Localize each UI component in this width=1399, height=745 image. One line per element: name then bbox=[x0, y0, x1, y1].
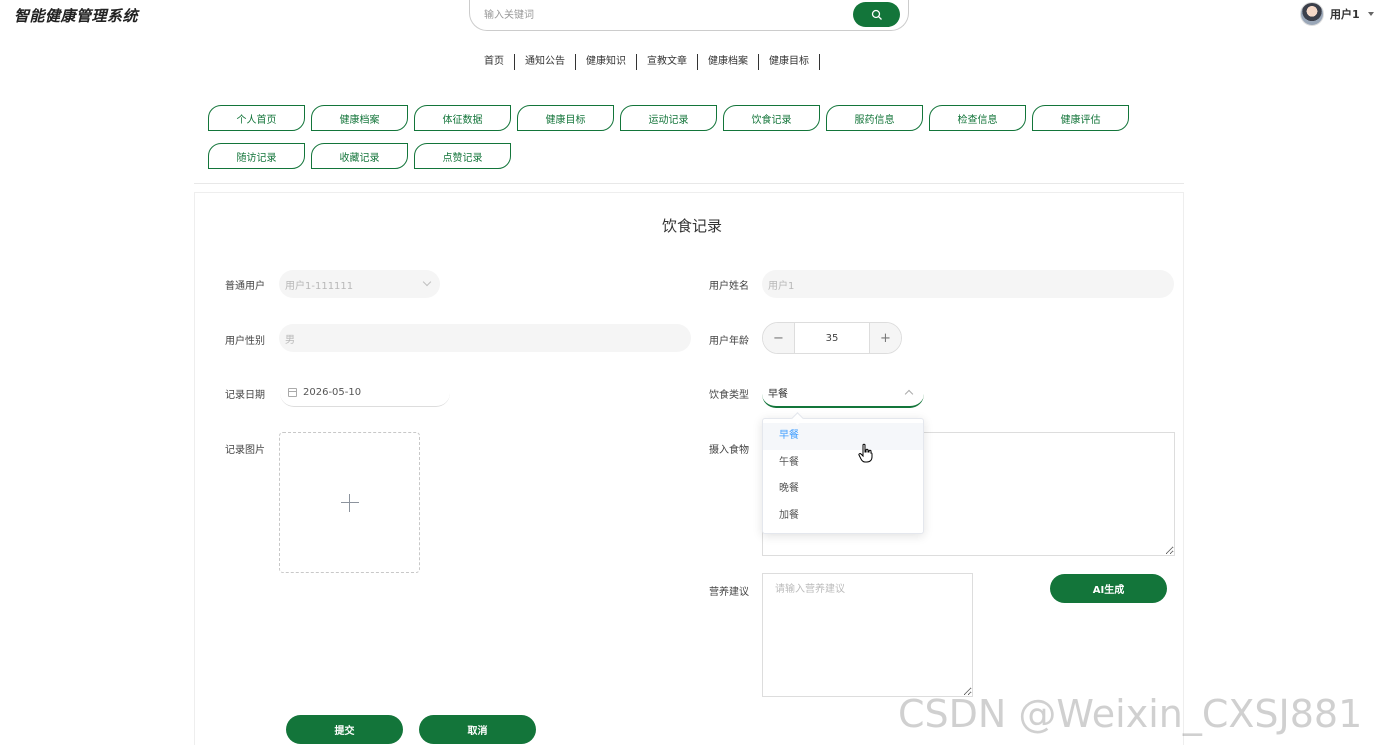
user-name-value: 用户1 bbox=[768, 280, 795, 292]
age-label: 用户年龄 bbox=[709, 336, 749, 347]
plus-icon bbox=[348, 493, 351, 512]
user-account-select[interactable]: 用户1-111111 bbox=[279, 270, 440, 298]
food-label: 摄入食物 bbox=[709, 445, 749, 456]
gender-field[interactable]: 男 bbox=[279, 324, 691, 352]
meal-type-label: 饮食类型 bbox=[709, 390, 749, 401]
hand-cursor-icon bbox=[858, 443, 873, 463]
option-snack[interactable]: 加餐 bbox=[763, 503, 923, 530]
nav-home[interactable]: 首页 bbox=[474, 54, 514, 70]
user-account-label: 普通用户 bbox=[225, 281, 265, 292]
watermark: CSDN @Weixin_CXSJ881 bbox=[898, 692, 1363, 736]
nav-health-knowledge[interactable]: 健康知识 bbox=[576, 54, 636, 70]
tab-health-goals[interactable]: 健康目标 bbox=[517, 105, 614, 131]
tab-diet-records[interactable]: 饮食记录 bbox=[723, 105, 820, 131]
date-picker[interactable]: 2026-05-10 bbox=[280, 378, 450, 407]
nav-health-goals[interactable]: 健康目标 bbox=[759, 54, 819, 70]
gender-value: 男 bbox=[285, 334, 295, 346]
tab-exercise-records[interactable]: 运动记录 bbox=[620, 105, 717, 131]
date-value: 2026-05-10 bbox=[303, 386, 362, 398]
chevron-down-icon[interactable] bbox=[1367, 12, 1374, 16]
meal-type-select[interactable]: 早餐 bbox=[762, 378, 924, 408]
age-value[interactable]: 35 bbox=[795, 323, 869, 353]
tab-vital-signs[interactable]: 体征数据 bbox=[414, 105, 511, 131]
tab-follow-up[interactable]: 随访记录 bbox=[208, 143, 305, 169]
tab-favorites[interactable]: 收藏记录 bbox=[311, 143, 408, 169]
advice-textarea[interactable] bbox=[762, 573, 973, 697]
tab-health-assessment[interactable]: 健康评估 bbox=[1032, 105, 1129, 131]
nav-notices[interactable]: 通知公告 bbox=[515, 54, 575, 70]
search-icon bbox=[871, 9, 882, 20]
chevron-down-icon bbox=[422, 277, 432, 287]
nav-articles[interactable]: 宣教文章 bbox=[637, 54, 697, 70]
increment-button[interactable]: + bbox=[869, 323, 901, 353]
avatar[interactable] bbox=[1300, 2, 1324, 26]
option-lunch[interactable]: 午餐 bbox=[763, 450, 923, 477]
page-title: 饮食记录 bbox=[661, 217, 722, 235]
tab-medication[interactable]: 服药信息 bbox=[826, 105, 923, 131]
user-name-field[interactable]: 用户1 bbox=[762, 270, 1174, 298]
user-name-label: 用户姓名 bbox=[709, 281, 749, 292]
search-bar bbox=[469, 0, 909, 31]
ai-generate-button[interactable]: AI生成 bbox=[1050, 574, 1167, 603]
tab-health-records[interactable]: 健康档案 bbox=[311, 105, 408, 131]
tab-examinations[interactable]: 检查信息 bbox=[929, 105, 1026, 131]
image-label: 记录图片 bbox=[225, 445, 265, 456]
advice-label: 营养建议 bbox=[709, 587, 749, 598]
chevron-up-icon bbox=[904, 389, 914, 399]
user-menu[interactable]: 用户1 bbox=[1300, 2, 1374, 26]
nav-health-records[interactable]: 健康档案 bbox=[698, 54, 758, 70]
decrement-button[interactable]: − bbox=[763, 323, 795, 353]
age-stepper[interactable]: − 35 + bbox=[762, 322, 902, 354]
option-dinner[interactable]: 晚餐 bbox=[763, 476, 923, 503]
meal-type-value: 早餐 bbox=[768, 388, 788, 400]
meal-type-dropdown: 早餐 午餐 晚餐 加餐 bbox=[762, 418, 924, 534]
submit-button[interactable]: 提交 bbox=[286, 715, 403, 744]
sub-tabs: 个人首页 健康档案 体征数据 健康目标 运动记录 饮食记录 服药信息 检查信息 … bbox=[208, 105, 1138, 169]
main-nav: 首页 通知公告 健康知识 宣教文章 健康档案 健康目标 bbox=[474, 54, 820, 70]
date-label: 记录日期 bbox=[225, 390, 265, 401]
nav-divider bbox=[819, 54, 820, 70]
option-breakfast[interactable]: 早餐 bbox=[763, 423, 923, 450]
section-divider bbox=[194, 183, 1184, 184]
search-input[interactable] bbox=[484, 5, 844, 25]
calendar-icon bbox=[288, 387, 297, 397]
cancel-button[interactable]: 取消 bbox=[419, 715, 536, 744]
user-name[interactable]: 用户1 bbox=[1330, 6, 1360, 22]
tab-likes[interactable]: 点赞记录 bbox=[414, 143, 511, 169]
search-button[interactable] bbox=[853, 2, 900, 27]
tab-personal-home[interactable]: 个人首页 bbox=[208, 105, 305, 131]
user-account-value: 用户1-111111 bbox=[285, 280, 354, 292]
gender-label: 用户性别 bbox=[225, 336, 265, 347]
image-upload[interactable] bbox=[279, 432, 420, 573]
app-title: 智能健康管理系统 bbox=[14, 7, 139, 25]
